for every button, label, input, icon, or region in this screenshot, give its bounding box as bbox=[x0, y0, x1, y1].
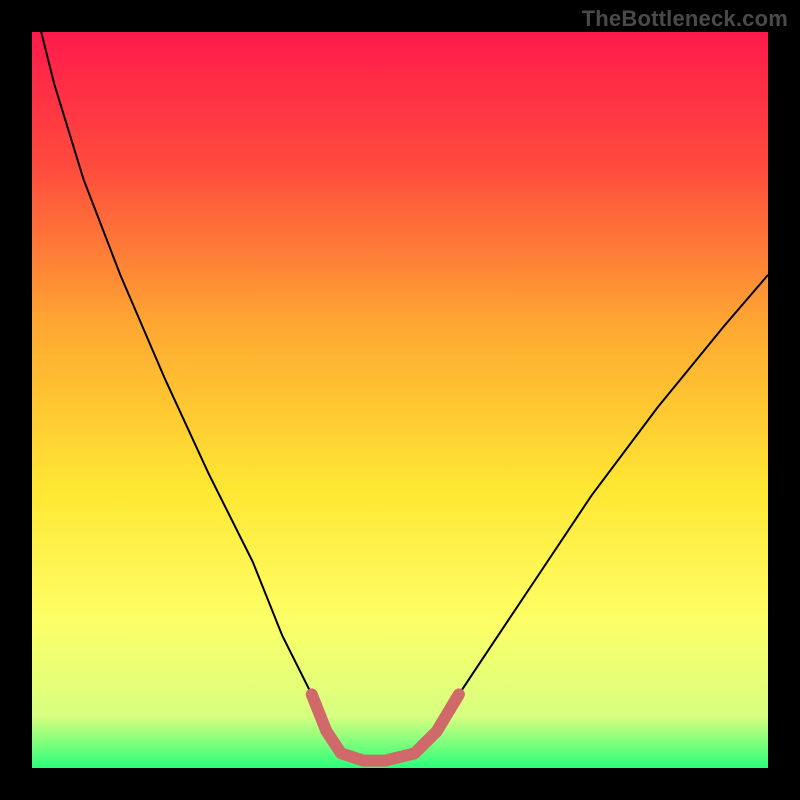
chart-frame: TheBottleneck.com bbox=[0, 0, 800, 800]
gradient-background bbox=[32, 32, 768, 768]
chart-canvas bbox=[32, 32, 768, 768]
watermark-text: TheBottleneck.com bbox=[582, 6, 788, 32]
plot-area bbox=[32, 32, 768, 768]
